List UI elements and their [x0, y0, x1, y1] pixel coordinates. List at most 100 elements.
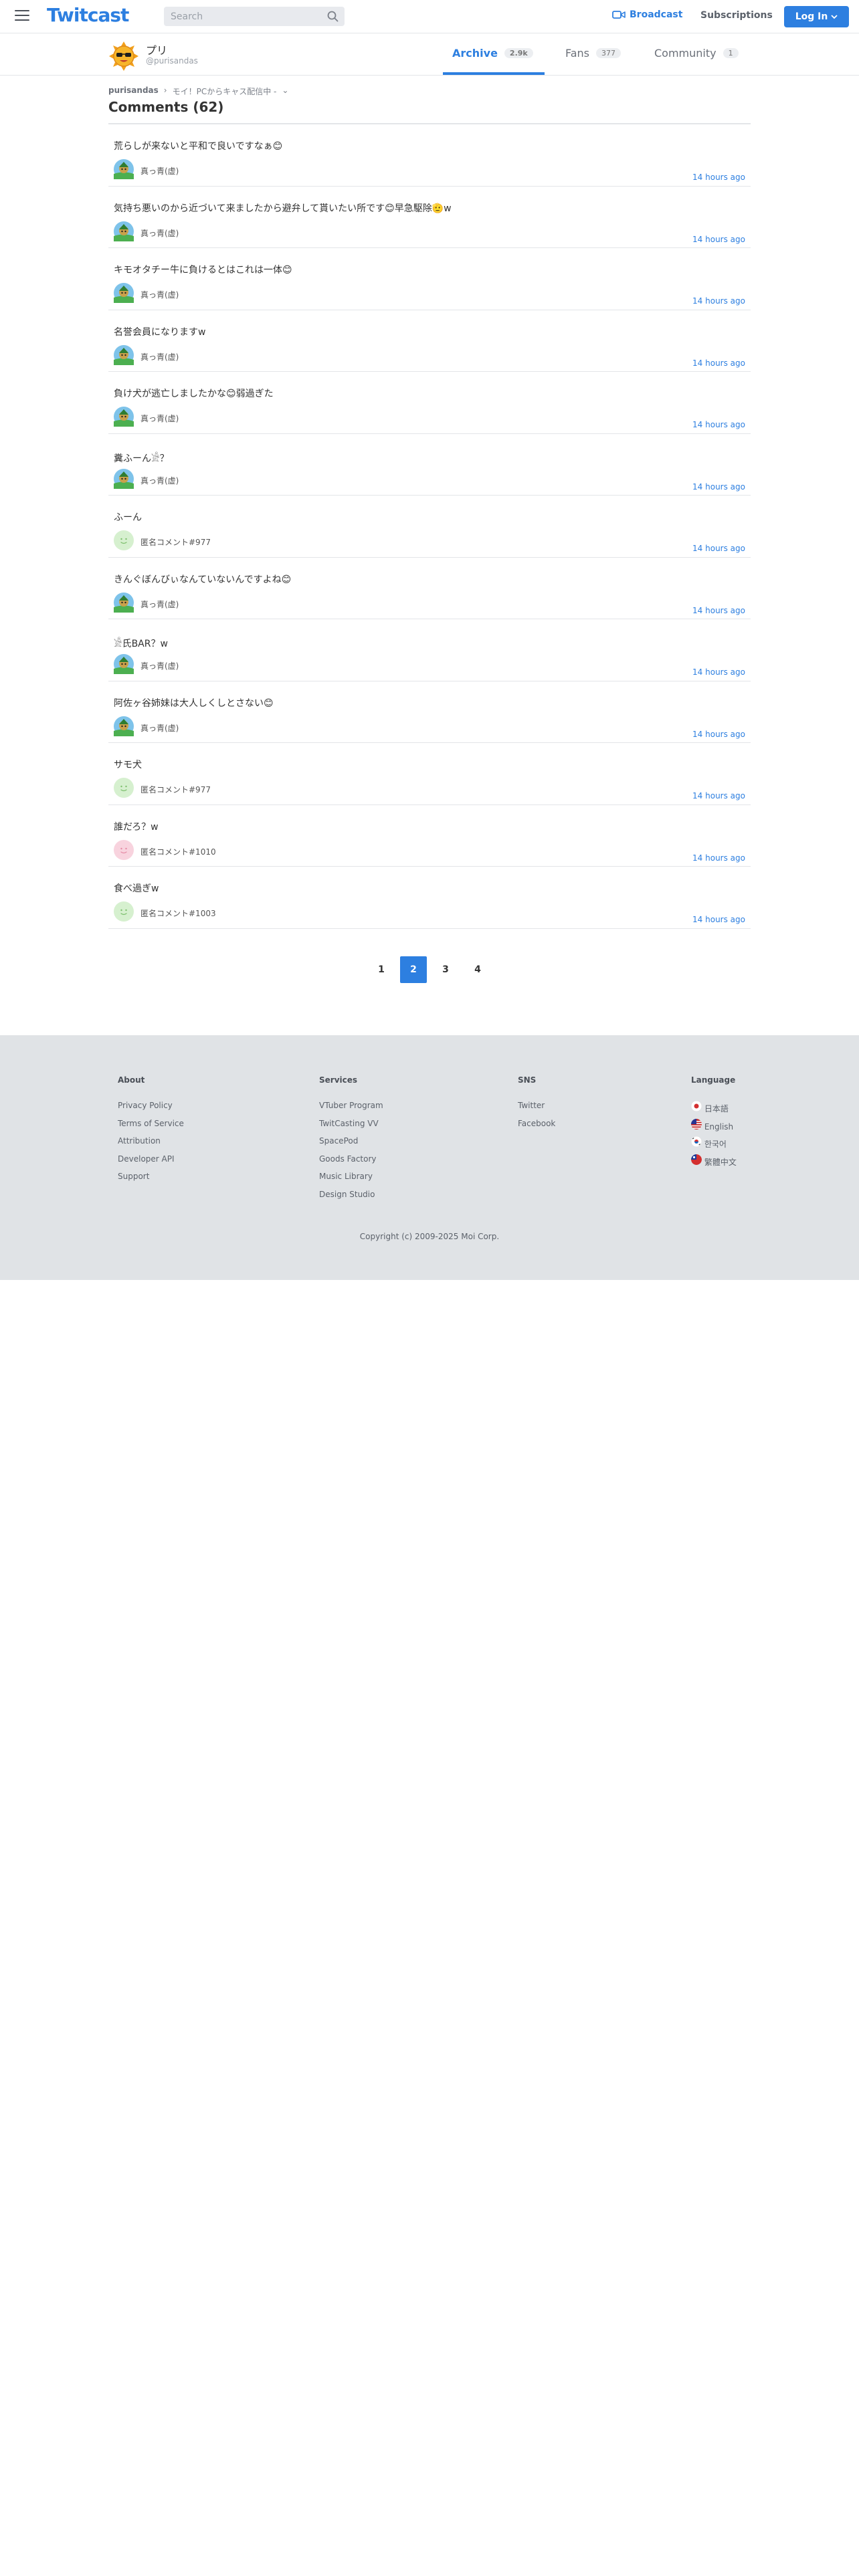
- commenter-name[interactable]: 真っ青(虚): [140, 227, 179, 239]
- commenter-avatar[interactable]: [114, 901, 134, 922]
- footer-link-spacepod[interactable]: SpacePod: [319, 1136, 383, 1154]
- comment-item: 名誉会員になりますw 真っ青(虚) 14 hours ago: [108, 310, 751, 372]
- breadcrumb: purisandas › モイ！PCからキャス配信中 - ⌄: [108, 86, 288, 97]
- commenter-avatar[interactable]: [114, 344, 134, 365]
- commenter-avatar[interactable]: [114, 778, 134, 798]
- tab-archive[interactable]: Archive 2.9k: [452, 47, 533, 60]
- comment-item: 阿佐ヶ谷姉妹は大人しくしとさない😊 真っ青(虚) 14 hours ago: [108, 681, 751, 743]
- commenter-avatar[interactable]: [114, 839, 134, 860]
- site-logo[interactable]: Twitcast: [47, 4, 129, 26]
- character-avatar-icon: [114, 344, 134, 365]
- menu-icon[interactable]: [15, 10, 29, 22]
- login-button[interactable]: Log In: [784, 6, 849, 27]
- chevron-down-icon[interactable]: ⌄: [282, 86, 288, 97]
- footer-link-twitcasting-vv[interactable]: TwitCasting VV: [319, 1119, 383, 1137]
- comment-item: 𓀀氏BAR？w 真っ青(虚) 14 hours ago: [108, 619, 751, 681]
- comment-timestamp[interactable]: 14 hours ago: [692, 791, 745, 800]
- footer-link-facebook[interactable]: Facebook: [518, 1119, 555, 1137]
- tab-fans[interactable]: Fans 377: [565, 47, 622, 60]
- commenter-name[interactable]: 匿名コメント#977: [140, 784, 211, 795]
- footer-about-title: About: [118, 1075, 145, 1085]
- breadcrumb-separator: ›: [163, 86, 167, 95]
- comment-item: 食べ過ぎw 匿名コメント#1003 14 hours ago: [108, 867, 751, 929]
- commenter-name[interactable]: 真っ青(虚): [140, 413, 179, 424]
- footer-link-goods-factory[interactable]: Goods Factory: [319, 1154, 383, 1172]
- comment-message: 気持ち悪いのから近づいて来ましたから避弁して貰いたい所です😊早急駆除🫡w: [114, 203, 452, 214]
- commenter-name[interactable]: 真っ青(虚): [140, 351, 179, 362]
- comment-timestamp[interactable]: 14 hours ago: [692, 358, 745, 368]
- copyright-text: Copyright (c) 2009-2025 Moi Corp.: [359, 1232, 500, 1241]
- commenter-avatar[interactable]: [114, 159, 134, 179]
- comment-timestamp[interactable]: 14 hours ago: [692, 173, 745, 182]
- tab-community[interactable]: Community 1: [654, 47, 739, 60]
- language-japanese[interactable]: 日本語: [691, 1101, 737, 1119]
- footer-link-twitter[interactable]: Twitter: [518, 1101, 555, 1119]
- character-avatar-icon: [114, 592, 134, 613]
- subscriptions-link[interactable]: Subscriptions: [700, 10, 773, 21]
- breadcrumb-user[interactable]: purisandas: [108, 86, 159, 97]
- profile-name[interactable]: プリ: [146, 41, 167, 58]
- commenter-name[interactable]: 匿名コメント#1010: [140, 846, 216, 857]
- comment-timestamp[interactable]: 14 hours ago: [692, 667, 745, 677]
- comment-timestamp[interactable]: 14 hours ago: [692, 482, 745, 492]
- commenter-avatar[interactable]: [114, 530, 134, 550]
- commenter-avatar[interactable]: [114, 654, 134, 674]
- footer-link-privacy[interactable]: Privacy Policy: [118, 1101, 184, 1119]
- footer-link-attribution[interactable]: Attribution: [118, 1136, 184, 1154]
- taiwan-flag-icon: [691, 1154, 702, 1165]
- page-2-button[interactable]: 2: [400, 956, 427, 983]
- comment-timestamp[interactable]: 14 hours ago: [692, 730, 745, 739]
- commenter-avatar[interactable]: [114, 407, 134, 427]
- commenter-name[interactable]: 真っ青(虚): [140, 722, 179, 734]
- broadcast-button[interactable]: Broadcast: [612, 9, 682, 20]
- footer-link-developer-api[interactable]: Developer API: [118, 1154, 184, 1172]
- comment-timestamp[interactable]: 14 hours ago: [692, 544, 745, 553]
- comment-timestamp[interactable]: 14 hours ago: [692, 235, 745, 244]
- chevron-down-icon: [831, 14, 838, 19]
- pagination: 1 2 3 4: [0, 956, 859, 983]
- broadcast-label: Broadcast: [630, 9, 683, 20]
- commenter-name[interactable]: 真っ青(虚): [140, 289, 179, 300]
- footer-link-support[interactable]: Support: [118, 1172, 184, 1190]
- commenter-name[interactable]: 匿名コメント#1003: [140, 907, 216, 919]
- comment-item: ふーん 匿名コメント#977 14 hours ago: [108, 496, 751, 558]
- japan-flag-icon: [691, 1101, 702, 1111]
- profile-avatar[interactable]: [108, 41, 139, 72]
- breadcrumb-movie[interactable]: モイ！PCからキャス配信中 -: [173, 86, 277, 97]
- footer-link-music-library[interactable]: Music Library: [319, 1172, 383, 1190]
- comment-timestamp[interactable]: 14 hours ago: [692, 915, 745, 924]
- comment-message: 阿佐ヶ谷姉妹は大人しくしとさない😊: [114, 697, 274, 709]
- commenter-name[interactable]: 真っ青(虚): [140, 475, 179, 486]
- language-english[interactable]: English: [691, 1118, 737, 1137]
- commenter-avatar[interactable]: [114, 468, 134, 489]
- top-navbar: Twitcast Broadcast Subscriptions Log In: [0, 0, 859, 33]
- commenter-name[interactable]: 真っ青(虚): [140, 165, 179, 177]
- page-1-button[interactable]: 1: [368, 956, 395, 983]
- search-icon[interactable]: [327, 11, 339, 22]
- commenter-name[interactable]: 真っ青(虚): [140, 660, 179, 671]
- commenter-avatar[interactable]: [114, 592, 134, 613]
- comment-message: 糞ふーん𓀀？: [114, 453, 169, 464]
- commenter-name[interactable]: 匿名コメント#977: [140, 536, 211, 548]
- comment-message: サモ犬: [114, 760, 142, 770]
- commenter-name[interactable]: 真っ青(虚): [140, 599, 179, 610]
- commenter-avatar[interactable]: [114, 716, 134, 736]
- us-flag-icon: [691, 1118, 702, 1130]
- search-input[interactable]: [164, 7, 318, 26]
- comment-timestamp[interactable]: 14 hours ago: [692, 853, 745, 863]
- footer-link-vtuber[interactable]: VTuber Program: [319, 1101, 383, 1119]
- commenter-avatar[interactable]: [114, 283, 134, 303]
- language-korean[interactable]: 한국어: [691, 1136, 737, 1154]
- comment-timestamp[interactable]: 14 hours ago: [692, 296, 745, 306]
- page-4-button[interactable]: 4: [464, 956, 491, 983]
- footer-link-design-studio[interactable]: Design Studio: [319, 1190, 383, 1208]
- commenter-avatar[interactable]: [114, 221, 134, 241]
- comment-timestamp[interactable]: 14 hours ago: [692, 420, 745, 429]
- footer-sns: SNS Twitter Facebook: [518, 1075, 555, 1136]
- page-3-button[interactable]: 3: [432, 956, 459, 983]
- comment-item: 気持ち悪いのから近づいて来ましたから避弁して貰いたい所です😊早急駆除🫡w 真っ青…: [108, 187, 751, 248]
- comment-message: 荒らしが来ないと平和で良いですなぁ😊: [114, 141, 283, 152]
- comment-timestamp[interactable]: 14 hours ago: [692, 606, 745, 615]
- footer-link-terms[interactable]: Terms of Service: [118, 1119, 184, 1137]
- language-traditional-chinese[interactable]: 繁體中文: [691, 1154, 737, 1172]
